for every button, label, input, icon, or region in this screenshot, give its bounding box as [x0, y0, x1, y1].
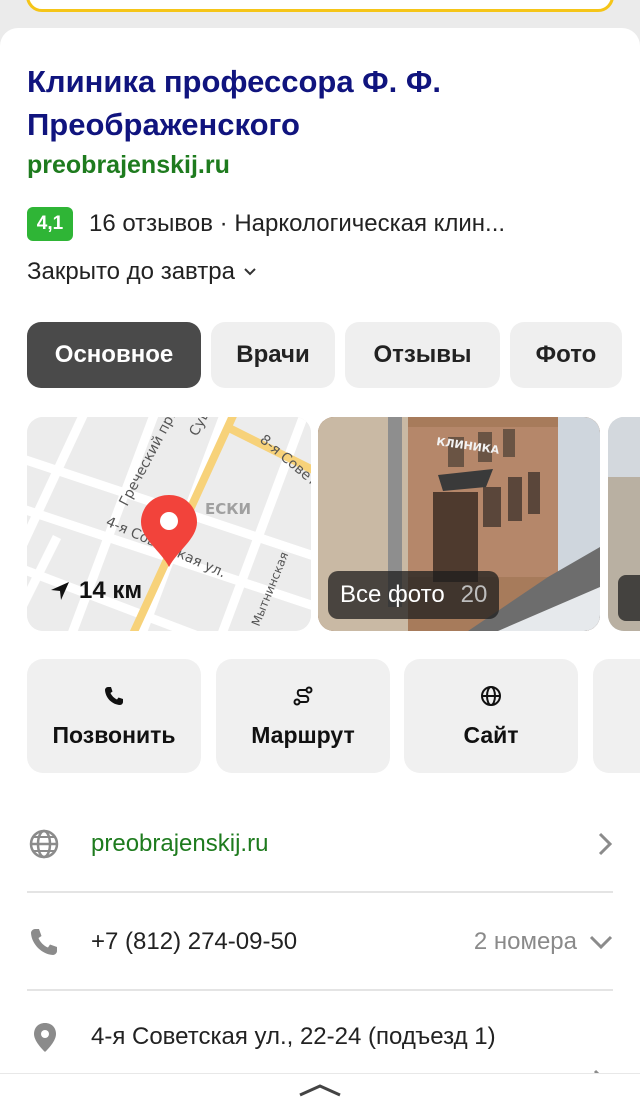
distance-value: 14 км — [79, 577, 143, 604]
action-buttons: Позвонить Маршрут Сайт — [27, 659, 640, 773]
chevron-down-icon — [244, 268, 256, 276]
hours-label: Закрыто до завтра — [27, 258, 235, 285]
call-label: Позвонить — [52, 721, 176, 748]
website-link[interactable]: preobrajenskij.ru — [91, 830, 597, 858]
route-button[interactable]: Маршрут — [216, 659, 390, 773]
distance-label: 14 км — [49, 577, 142, 605]
rating-summary: 16 отзывов · Наркологическая клин... — [89, 210, 506, 237]
chevron-down-icon — [589, 935, 613, 950]
phone-row[interactable]: +7 (812) 274-09-50 2 номера — [27, 894, 613, 990]
map-preview[interactable]: Греческий пр. 4-я Советская ул. 8-я Сове… — [27, 417, 311, 631]
chevron-right-icon — [598, 832, 613, 856]
photo-preview[interactable]: КЛИНИКА Все фото 20 — [318, 417, 600, 631]
bottom-sheet-handle[interactable] — [0, 1073, 640, 1111]
route-icon — [293, 686, 313, 705]
all-photos-count: 20 — [460, 581, 488, 608]
header-site-link[interactable]: preobrajenskij.ru — [27, 151, 230, 180]
tab-bar: Основное Врачи Отзывы Фото — [27, 322, 622, 388]
all-photos-button[interactable]: Все фото 20 — [328, 571, 500, 619]
website-label: Сайт — [463, 721, 519, 748]
rating-badge: 4,1 — [27, 207, 73, 241]
place-card: Клиника профессора Ф. Ф. Преображенского… — [0, 28, 640, 1111]
tab-reviews[interactable]: Отзывы — [345, 322, 500, 388]
hours-status[interactable]: Закрыто до завтра — [27, 258, 257, 286]
phone-count: 2 номера — [473, 928, 577, 955]
top-bar — [0, 0, 640, 30]
route-label: Маршрут — [251, 721, 355, 748]
divider — [27, 891, 613, 893]
call-button[interactable]: Позвонить — [27, 659, 201, 773]
divider — [27, 989, 613, 991]
address-text[interactable]: 4-я Советская ул., 22-24 (подъезд 1) — [91, 1020, 571, 1054]
globe-icon — [29, 829, 59, 859]
tab-doctors[interactable]: Врачи — [211, 322, 335, 388]
website-row[interactable]: preobrajenskij.ru — [27, 796, 613, 892]
location-pin-icon — [34, 1023, 56, 1052]
globe-icon — [481, 685, 501, 706]
phone-icon — [105, 686, 123, 705]
tab-main[interactable]: Основное — [27, 322, 201, 388]
more-actions-button[interactable] — [593, 659, 640, 773]
media-strip: Греческий пр. 4-я Советская ул. 8-я Сове… — [27, 417, 640, 631]
rating-row[interactable]: 4,1 16 отзывов · Наркологическая клин... — [27, 206, 617, 242]
tab-photos[interactable]: Фото — [510, 322, 622, 388]
search-field-edge[interactable] — [26, 0, 614, 12]
navigation-arrow-icon — [51, 582, 69, 600]
all-photos-label: Все фото — [340, 581, 445, 608]
map-area-label: ЕСКИ — [205, 500, 251, 518]
street-photo — [608, 417, 640, 631]
chevron-up-icon — [299, 1084, 341, 1097]
phone-icon — [31, 929, 57, 955]
phone-number[interactable]: +7 (812) 274-09-50 — [91, 928, 474, 956]
photo-preview-next[interactable] — [608, 417, 640, 631]
place-title: Клиника профессора Ф. Ф. Преображенского — [27, 64, 441, 142]
website-button[interactable]: Сайт — [404, 659, 578, 773]
